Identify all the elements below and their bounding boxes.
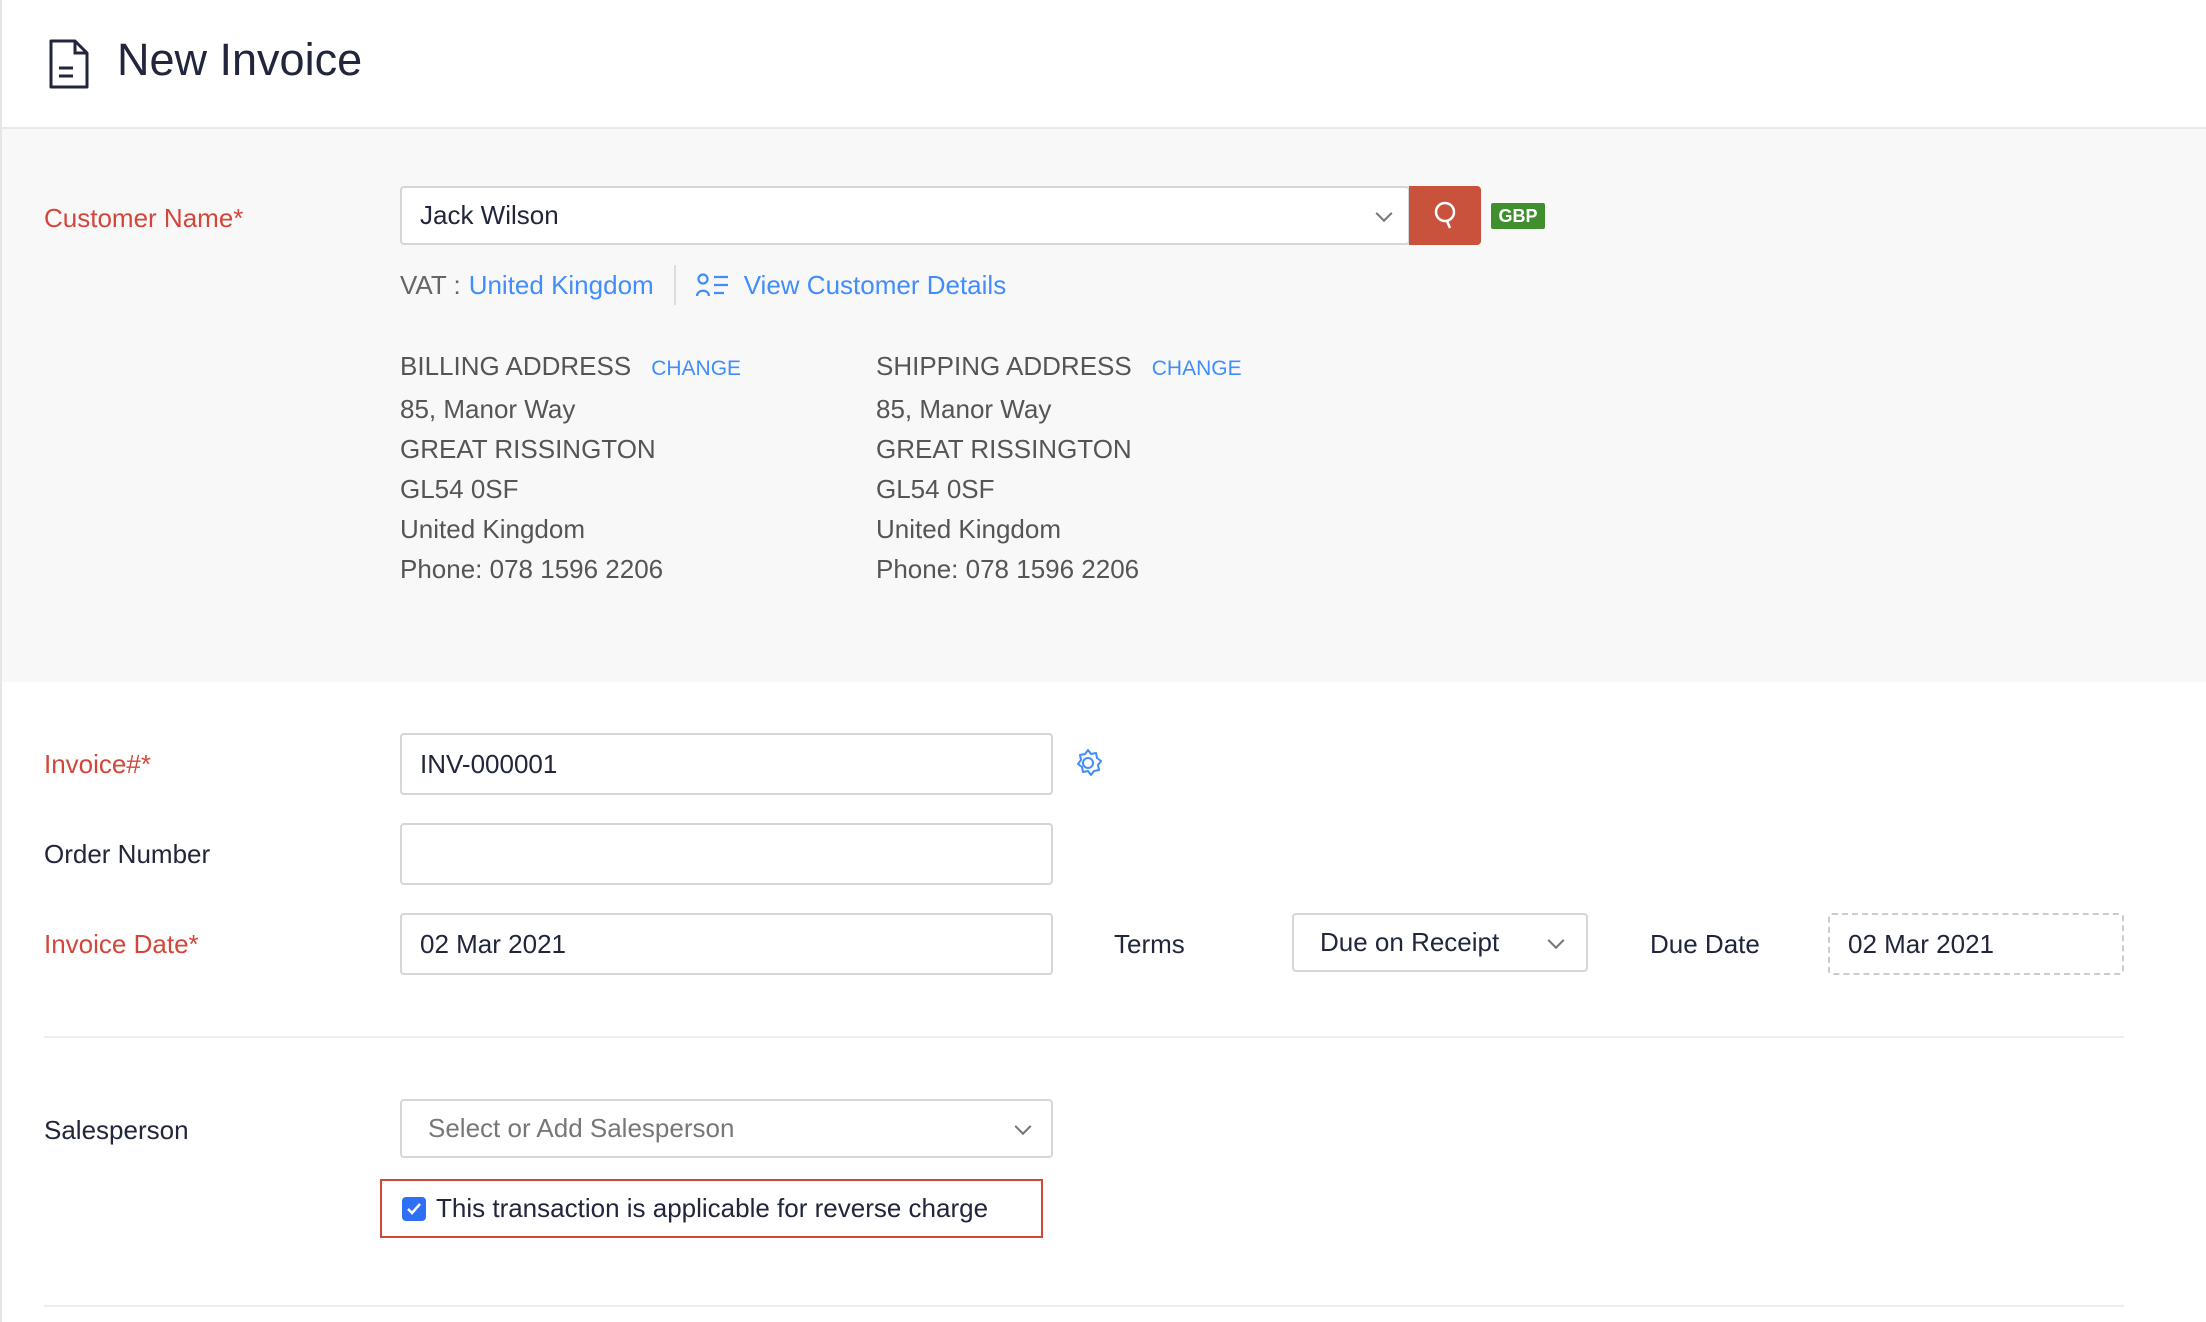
document-icon bbox=[49, 39, 89, 89]
due-date-input[interactable]: 02 Mar 2021 bbox=[1828, 913, 2124, 975]
shipping-address-title: SHIPPING ADDRESS bbox=[876, 351, 1132, 381]
shipping-line: United Kingdom bbox=[876, 514, 1061, 544]
section-divider bbox=[44, 1305, 2124, 1307]
customer-name-select[interactable]: Jack Wilson bbox=[400, 186, 1410, 245]
vat-label: VAT : bbox=[400, 269, 461, 300]
view-customer-details-text: View Customer Details bbox=[743, 269, 1007, 300]
vat-row: VAT : United Kingdom View Customer Detai… bbox=[400, 265, 1006, 305]
invoice-number-label: Invoice#* bbox=[44, 749, 151, 779]
invoice-number-input[interactable]: INV-000001 bbox=[400, 733, 1053, 795]
reverse-charge-row: This transaction is applicable for rever… bbox=[380, 1179, 1043, 1238]
billing-line: 85, Manor Way bbox=[400, 394, 576, 424]
shipping-line: 85, Manor Way bbox=[876, 394, 1052, 424]
reverse-charge-label[interactable]: This transaction is applicable for rever… bbox=[436, 1193, 988, 1224]
salesperson-placeholder: Select or Add Salesperson bbox=[428, 1113, 735, 1143]
customer-details-icon bbox=[695, 273, 728, 297]
billing-address-title: BILLING ADDRESS bbox=[400, 351, 632, 381]
terms-select[interactable]: Due on Receipt bbox=[1292, 913, 1588, 972]
search-icon bbox=[1434, 201, 1456, 228]
billing-line: GL54 0SF bbox=[400, 474, 519, 504]
page-header: New Invoice bbox=[2, 0, 2206, 129]
terms-value: Due on Receipt bbox=[1320, 927, 1500, 957]
shipping-line: Phone: 078 1596 2206 bbox=[876, 554, 1140, 584]
billing-line: GREAT RISSINGTON bbox=[400, 434, 656, 464]
shipping-line: GREAT RISSINGTON bbox=[876, 434, 1132, 464]
chevron-down-icon bbox=[1547, 931, 1565, 949]
order-number-input[interactable] bbox=[400, 823, 1053, 885]
order-number-label: Order Number bbox=[44, 839, 211, 869]
billing-address: BILLING ADDRESS CHANGE 85, Manor Way GREA… bbox=[400, 346, 741, 589]
billing-change-link[interactable]: CHANGE bbox=[651, 357, 741, 380]
customer-name-value: Jack Wilson bbox=[420, 200, 559, 230]
chevron-down-icon bbox=[1014, 1117, 1032, 1135]
page-title: New Invoice bbox=[117, 34, 363, 85]
reverse-charge-checkbox[interactable] bbox=[402, 1196, 426, 1221]
invoice-date-input[interactable]: 02 Mar 2021 bbox=[400, 913, 1053, 975]
chevron-down-icon bbox=[1375, 204, 1393, 222]
section-divider bbox=[44, 1036, 2124, 1038]
customer-search-button[interactable] bbox=[1409, 186, 1481, 245]
divider bbox=[673, 265, 676, 305]
customer-name-label: Customer Name* bbox=[44, 203, 244, 233]
terms-label: Terms bbox=[1114, 929, 1185, 959]
shipping-change-link[interactable]: CHANGE bbox=[1152, 357, 1242, 380]
due-date-label: Due Date bbox=[1650, 929, 1760, 959]
salesperson-select[interactable]: Select or Add Salesperson bbox=[400, 1099, 1053, 1158]
vat-country-link[interactable]: United Kingdom bbox=[469, 270, 654, 301]
currency-badge: GBP bbox=[1491, 203, 1545, 229]
invoice-date-label: Invoice Date* bbox=[44, 929, 199, 959]
billing-line: Phone: 078 1596 2206 bbox=[400, 554, 664, 584]
checkmark-icon bbox=[407, 1202, 421, 1215]
gear-icon[interactable] bbox=[1073, 748, 1103, 778]
salesperson-label: Salesperson bbox=[44, 1115, 189, 1145]
billing-line: United Kingdom bbox=[400, 514, 585, 544]
shipping-address: SHIPPING ADDRESS CHANGE 85, Manor Way GRE… bbox=[876, 346, 1242, 589]
shipping-line: GL54 0SF bbox=[876, 474, 995, 504]
view-customer-details-link[interactable]: View Customer Details bbox=[695, 269, 1007, 301]
